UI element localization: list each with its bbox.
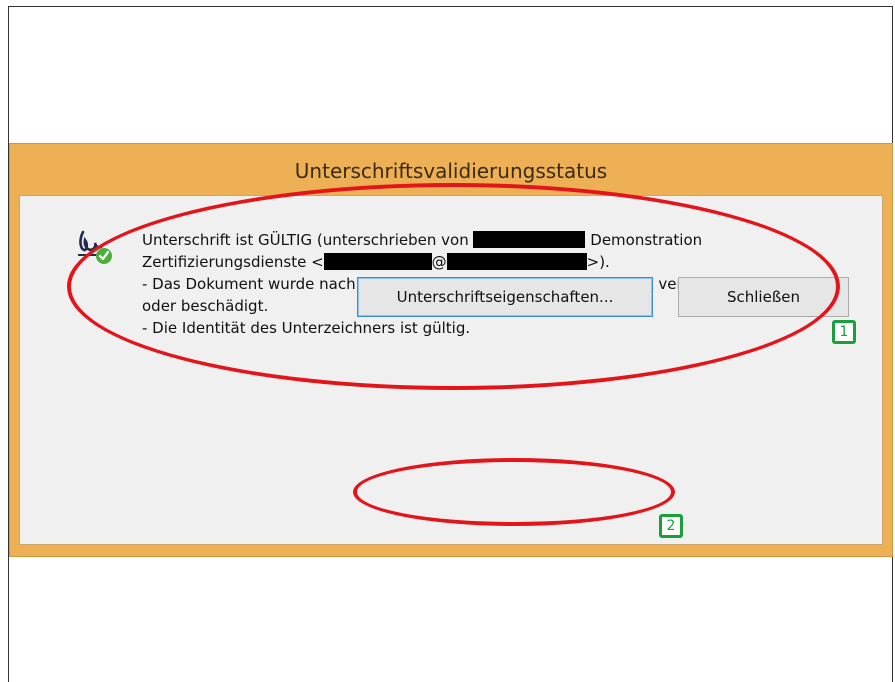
message-line-2-at: @: [431, 253, 447, 271]
redacted-email-domain: [446, 253, 587, 270]
message-line-1-prefix: Unterschrift ist GÜLTIG (unterschrieben …: [142, 231, 469, 249]
message-line-1-suffix: Demonstration: [590, 231, 703, 249]
signature-validation-dialog: Unterschriftsvalidierungsstatus Untersch…: [9, 143, 893, 557]
dialog-title: Unterschriftsvalidierungsstatus: [294, 159, 608, 183]
redacted-name: [473, 231, 586, 248]
message-line-2-prefix: Zertifizierungsdienste <: [142, 253, 324, 271]
message-line-2: Zertifizierungsdienste < @ >).: [142, 251, 842, 273]
title-bar[interactable]: Unterschriftsvalidierungsstatus: [10, 144, 892, 194]
signature-properties-button[interactable]: Unterschriftseigenschaften...: [357, 277, 653, 317]
annotation-label-2: 2: [659, 514, 683, 538]
redacted-email-user: [323, 253, 432, 270]
dialog-content: Unterschrift ist GÜLTIG (unterschrieben …: [19, 195, 883, 545]
signature-properties-label: Unterschriftseigenschaften...: [396, 288, 614, 306]
message-line-5: - Die Identität des Unterzeichners ist g…: [142, 319, 471, 337]
close-button-label: Schließen: [726, 288, 801, 306]
annotation-label-1: 1: [832, 320, 856, 344]
message-line-2-suffix: >).: [586, 253, 610, 271]
message-line-1: Unterschrift ist GÜLTIG (unterschrieben …: [142, 229, 842, 251]
close-button[interactable]: Schließen: [678, 277, 849, 317]
signature-valid-icon: [78, 230, 112, 264]
